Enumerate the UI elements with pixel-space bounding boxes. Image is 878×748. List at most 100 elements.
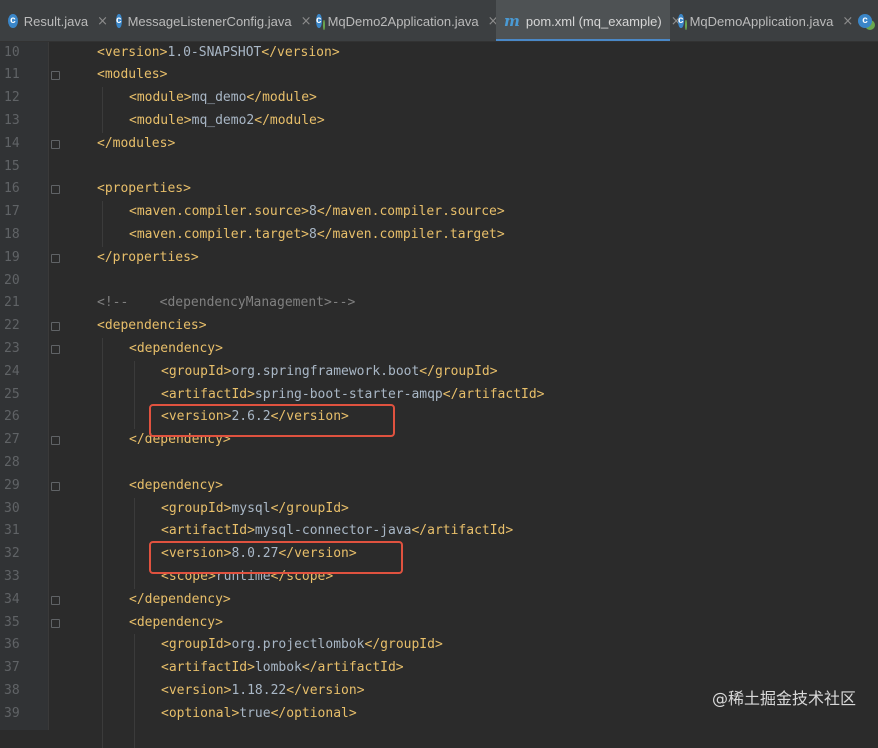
xml-tag: <dependencies> (97, 318, 207, 334)
line-number: 19 (4, 249, 20, 265)
xml-text: 8 (309, 204, 317, 220)
code-content: <modules> (97, 64, 167, 87)
xml-tag: <version> (97, 44, 168, 60)
fold-marker-icon[interactable] (51, 71, 60, 81)
xml-tag: <artifactId> (161, 660, 255, 676)
xml-tag: </artifactId> (301, 660, 404, 676)
code-content: <module>mq_demo2</module> (129, 110, 325, 133)
indent-guide (134, 634, 135, 748)
code-line: 13 <module>mq_demo2</module> (0, 110, 878, 133)
code-line: 14 </modules> (0, 133, 878, 156)
code-line: 12 <module>mq_demo</module> (0, 87, 878, 110)
tab-messagelistenerconfig-java[interactable]: c MessageListenerConfig.java × (108, 0, 312, 41)
highlight-box-version-2.6.2 (149, 404, 395, 438)
indent-guide (102, 87, 103, 133)
xml-text: spring-boot-starter-amqp (254, 386, 443, 402)
code-content: <optional>true</optional> (161, 703, 357, 726)
tab-pom-xml-mq-example[interactable]: m pom.xml (mq_example) × (496, 0, 682, 41)
code-line: 34 </dependency> (0, 589, 878, 612)
line-number: 27 (4, 432, 20, 448)
line-number: 31 (4, 523, 20, 539)
xml-tag: <groupId> (161, 363, 232, 379)
indent-guide (102, 201, 103, 247)
xml-tag: <maven.compiler.source> (129, 204, 310, 220)
xml-tag: <optional> (161, 705, 240, 721)
fold-marker-icon[interactable] (51, 436, 60, 446)
fold-marker-icon[interactable] (51, 618, 60, 628)
xml-text: 1.18.22 (231, 682, 287, 698)
code-line: 27 </dependency> (0, 429, 878, 452)
line-number: 14 (4, 135, 20, 151)
xml-text: org.projectlombok (231, 637, 365, 653)
line-number: 25 (4, 386, 20, 402)
code-content: </dependency> (129, 589, 231, 612)
code-line: 33 <scope>runtime</scope> (0, 566, 878, 589)
code-content: <!-- <dependencyManagement>--> (97, 292, 355, 315)
code-line: 21 <!-- <dependencyManagement>--> (0, 292, 878, 315)
code-line: 26 <version>2.6.2</version> (0, 406, 878, 429)
code-content: <groupId>org.projectlombok</groupId> (161, 634, 443, 657)
tab-result-java[interactable]: c Result.java × (0, 0, 108, 41)
line-number: 23 (4, 340, 20, 356)
xml-tag: </dependency> (129, 591, 231, 607)
code-content: <artifactId>spring-boot-starter-amqp</ar… (161, 384, 545, 407)
xml-text: mq_demo (191, 90, 247, 106)
class-icon: c (116, 14, 122, 28)
xml-tag: <module> (129, 90, 192, 106)
app-icon: c (858, 14, 872, 28)
code-line: 20 (0, 270, 878, 293)
xml-tag: <groupId> (161, 637, 232, 653)
fold-marker-icon[interactable] (51, 185, 60, 195)
line-number: 38 (4, 682, 20, 698)
line-number: 21 (4, 295, 20, 311)
code-line: 24 <groupId>org.springframework.boot</gro… (0, 361, 878, 384)
line-number: 33 (4, 568, 20, 584)
xml-tag: <groupId> (161, 500, 232, 516)
code-content: <dependency> (129, 475, 223, 498)
line-number: 11 (4, 67, 20, 83)
xml-text: mysql (231, 500, 271, 516)
xml-tag: </maven.compiler.source> (316, 204, 505, 220)
code-line: 22 <dependencies> (0, 315, 878, 338)
xml-tag: </artifactId> (411, 523, 514, 539)
code-content: <dependencies> (97, 315, 207, 338)
code-content: <maven.compiler.source>8</maven.compiler… (129, 201, 505, 224)
code-content: <artifactId>mysql-connector-java</artifa… (161, 520, 513, 543)
tab-label: pom.xml (mq_example) (525, 13, 662, 29)
tab-label: MqDemoApplication.java (689, 13, 834, 29)
xml-tag: </optional> (270, 705, 357, 721)
code-content: <version>1.0-SNAPSHOT</version> (97, 42, 340, 65)
fold-marker-icon[interactable] (51, 322, 60, 332)
tab-overflow[interactable]: c (850, 0, 878, 41)
code-line: 10 <version>1.0-SNAPSHOT</version> (0, 42, 878, 65)
line-number: 39 (4, 705, 20, 721)
line-number: 12 (4, 90, 20, 106)
xml-text: true (239, 705, 271, 721)
line-number: 36 (4, 637, 20, 653)
close-icon[interactable]: × (97, 14, 108, 29)
xml-tag: </maven.compiler.target> (316, 226, 505, 242)
xml-tag: <maven.compiler.target> (129, 226, 310, 242)
fold-marker-icon[interactable] (51, 253, 60, 263)
code-line: 15 (0, 156, 878, 179)
indent-guide (134, 360, 135, 430)
fold-marker-icon[interactable] (51, 139, 60, 149)
code-line: 31 <artifactId>mysql-connector-java</arti… (0, 520, 878, 543)
code-content: <version>1.18.22</version> (161, 680, 365, 703)
fold-marker-icon[interactable] (51, 481, 60, 491)
fold-marker-icon[interactable] (51, 595, 60, 605)
app-icon: c (316, 14, 322, 28)
code-content: <groupId>org.springframework.boot</group… (161, 361, 498, 384)
indent-guide (134, 497, 135, 589)
xml-comment: <!-- <dependencyManagement>--> (97, 295, 356, 311)
line-number: 24 (4, 363, 20, 379)
tab-mqdemoapplication-java[interactable]: c MqDemoApplication.java × (670, 0, 853, 41)
xml-text: 1.0-SNAPSHOT (167, 44, 262, 60)
line-number: 34 (4, 591, 20, 607)
xml-tag: </groupId> (419, 363, 498, 379)
tab-mqdemo2application-java[interactable]: c MqDemo2Application.java × (308, 0, 499, 41)
fold-marker-icon[interactable] (51, 344, 60, 354)
xml-tag: </properties> (97, 249, 199, 265)
code-content: <dependency> (129, 338, 223, 361)
code-line: 35 <dependency> (0, 612, 878, 635)
